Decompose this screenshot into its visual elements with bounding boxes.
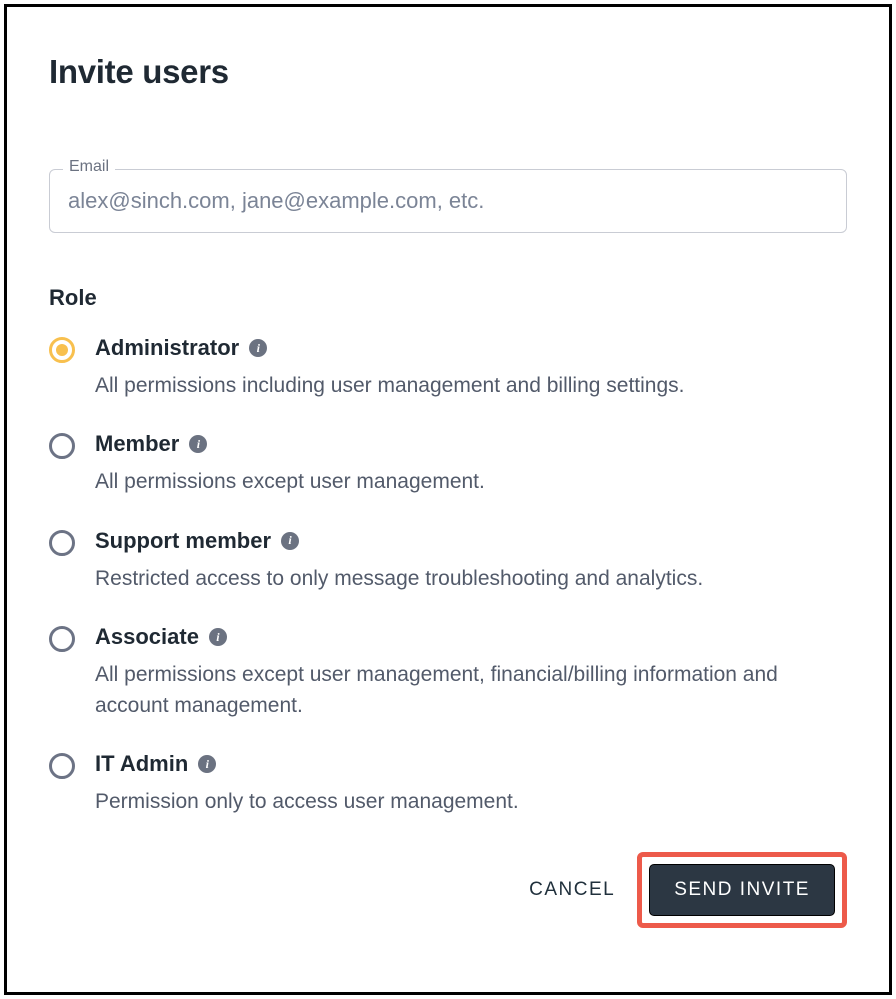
radio-icon[interactable] [49,433,75,459]
email-label: Email [63,158,115,176]
role-name: Administrator [95,335,239,361]
role-body: Administrator i All permissions includin… [95,335,847,401]
role-body: Member i All permissions except user man… [95,431,847,497]
email-input[interactable] [49,169,847,233]
send-invite-highlight: SEND INVITE [637,852,847,928]
send-invite-button[interactable]: SEND INVITE [649,864,835,916]
dialog-actions: CANCEL SEND INVITE [49,852,847,928]
role-description: Restricted access to only message troubl… [95,567,703,590]
info-icon[interactable]: i [209,628,227,646]
role-body: Associate i All permissions except user … [95,624,847,721]
info-icon[interactable]: i [249,339,267,357]
role-option-support-member[interactable]: Support member i Restricted access to on… [49,528,847,594]
role-option-it-admin[interactable]: IT Admin i Permission only to access use… [49,751,847,817]
role-options-list: Administrator i All permissions includin… [49,335,847,818]
role-option-member[interactable]: Member i All permissions except user man… [49,431,847,497]
role-option-associate[interactable]: Associate i All permissions except user … [49,624,847,721]
radio-icon[interactable] [49,626,75,652]
role-description: All permissions except user management, … [95,663,778,716]
info-icon[interactable]: i [198,755,216,773]
role-description: All permissions except user management. [95,470,485,493]
cancel-button[interactable]: CANCEL [517,865,627,915]
role-description: Permission only to access user managemen… [95,790,519,813]
role-body: IT Admin i Permission only to access use… [95,751,847,817]
info-icon[interactable]: i [189,435,207,453]
dialog-title: Invite users [49,53,847,91]
radio-icon[interactable] [49,337,75,363]
role-name: Member [95,431,179,457]
role-description: All permissions including user managemen… [95,374,684,397]
radio-icon[interactable] [49,753,75,779]
invite-users-dialog: Invite users Email Role Administrator i … [4,4,892,995]
role-option-administrator[interactable]: Administrator i All permissions includin… [49,335,847,401]
role-name: IT Admin [95,751,188,777]
radio-icon[interactable] [49,530,75,556]
info-icon[interactable]: i [281,532,299,550]
email-field-wrapper: Email [49,169,847,233]
role-name: Associate [95,624,199,650]
role-heading: Role [49,285,847,311]
role-body: Support member i Restricted access to on… [95,528,847,594]
role-name: Support member [95,528,271,554]
